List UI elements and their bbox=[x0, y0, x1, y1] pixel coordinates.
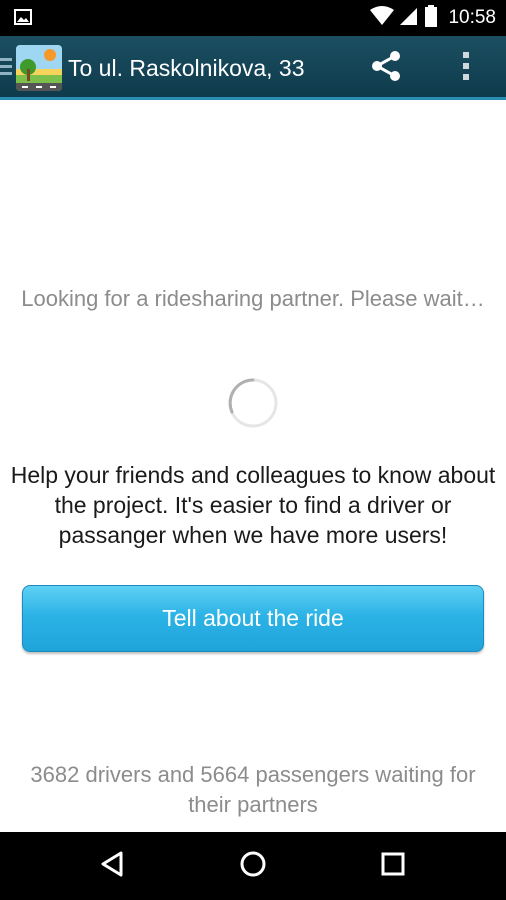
action-bar: To ul. Raskolnikova, 33 bbox=[0, 36, 506, 100]
share-button[interactable] bbox=[366, 50, 406, 86]
help-message: Help your friends and colleagues to know… bbox=[10, 462, 496, 548]
wifi-icon bbox=[370, 5, 395, 31]
battery-icon bbox=[424, 4, 438, 32]
recents-icon bbox=[380, 851, 406, 882]
back-icon bbox=[99, 850, 125, 883]
status-bar: 10:58 bbox=[0, 0, 506, 36]
share-icon bbox=[369, 49, 403, 88]
navigation-bar bbox=[0, 832, 506, 900]
waiting-message: Looking for a ridesharing partner. Pleas… bbox=[21, 286, 485, 311]
back-button[interactable] bbox=[92, 846, 132, 886]
home-icon bbox=[239, 850, 267, 883]
overflow-menu-icon bbox=[461, 50, 471, 87]
stats-message: 3682 drivers and 5664 passengers waiting… bbox=[30, 762, 476, 817]
recents-button[interactable] bbox=[373, 846, 413, 886]
drawer-icon[interactable] bbox=[0, 58, 12, 78]
app-logo-icon[interactable] bbox=[16, 45, 62, 91]
tell-about-ride-button[interactable]: Tell about the ride bbox=[22, 585, 484, 652]
signal-icon bbox=[400, 6, 418, 31]
overflow-menu-button[interactable] bbox=[450, 50, 482, 86]
toolbar-title: To ul. Raskolnikova, 33 bbox=[68, 55, 305, 81]
status-time: 10:58 bbox=[448, 7, 496, 28]
home-button[interactable] bbox=[233, 846, 273, 886]
main-content: Looking for a ridesharing partner. Pleas… bbox=[0, 100, 506, 832]
loading-spinner-icon bbox=[226, 376, 280, 430]
image-notification-icon bbox=[14, 9, 32, 25]
